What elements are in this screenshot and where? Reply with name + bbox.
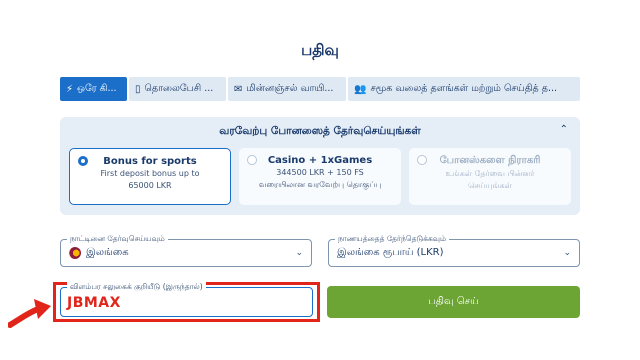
bonus-option-line2: 65000 LKR [128, 181, 172, 190]
promo-code-label: விளம்பர சலுகைக் குறியீடு (இருந்தால்) [67, 282, 206, 292]
chevron-up-icon[interactable]: ⌃ [560, 124, 568, 135]
tab-label: சமூக வலைத் தளங்கள் மற்றும் செய்தித் த... [370, 83, 558, 94]
bonus-option-line2: வரையிலான வரவேற்பு தொகுப்பு [258, 180, 382, 189]
lightning-icon: ⚡ [66, 83, 74, 95]
currency-label: நாணயத்தைத் தேர்ந்தெடுக்கவும் [335, 234, 450, 244]
tab-label: தொலைபேசி ... [144, 83, 214, 94]
country-label: நாட்டினை தேர்வுசெய்யவும் [67, 234, 168, 244]
bonus-option-line1: உங்கள் தேர்வை பின்னர் [445, 169, 535, 178]
country-value: இலங்கை [86, 247, 129, 258]
tab-one-click[interactable]: ⚡ ஒரே கி... [60, 77, 127, 101]
promo-code-value: JBMAX [67, 295, 121, 311]
bonus-option-line1: 344500 LKR + 150 FS [276, 168, 364, 177]
bonus-selector: வரவேற்பு போனஸைத் தேர்வுசெய்யுங்கள் ⌃ Bon… [60, 117, 580, 215]
registration-page: பதிவு ⚡ ஒரே கி... ▯ தொலைபேசி ... ✉ மின்ன… [0, 0, 640, 360]
currency-value: இலங்கை ரூபாய் (LKR) [337, 247, 444, 258]
register-button[interactable]: பதிவு செய் [327, 286, 580, 318]
promo-code-input[interactable]: விளம்பர சலுகைக் குறியீடு (இருந்தால்) JBM… [60, 282, 313, 317]
bonus-option-decline[interactable]: போனஸ்களை நிராகரி உங்கள் தேர்வை பின்னர் ச… [409, 148, 571, 205]
radio-button[interactable] [78, 156, 88, 166]
registration-tabs: ⚡ ஒரே கி... ▯ தொலைபேசி ... ✉ மின்னஞ்சல் … [60, 77, 580, 101]
bonus-option-line2: செய்யுங்கள் [468, 181, 512, 190]
country-select[interactable]: நாட்டினை தேர்வுசெய்யவும் இலங்கை ⌄ [60, 234, 312, 267]
phone-icon: ▯ [135, 83, 141, 95]
tab-label: ஒரே கி... [77, 83, 117, 94]
page-title: பதிவு [301, 41, 339, 59]
radio-button[interactable] [247, 155, 257, 165]
bonus-option-casino[interactable]: Casino + 1xGames 344500 LKR + 150 FS வரை… [239, 148, 401, 205]
tab-social[interactable]: 👥 சமூக வலைத் தளங்கள் மற்றும் செய்தித் த.… [348, 77, 580, 101]
chevron-down-icon: ⌄ [295, 248, 303, 258]
tab-phone[interactable]: ▯ தொலைபேசி ... [129, 77, 226, 101]
currency-select[interactable]: நாணயத்தைத் தேர்ந்தெடுக்கவும் இலங்கை ரூபா… [328, 234, 580, 267]
bonus-option-line1: First deposit bonus up to [100, 169, 200, 178]
people-icon: 👥 [354, 83, 367, 95]
bonus-option-sports[interactable]: Bonus for sports First deposit bonus up … [69, 148, 231, 205]
chevron-down-icon: ⌄ [563, 248, 571, 258]
tab-email[interactable]: ✉ மின்னஞ்சல் வாயி... [228, 77, 346, 101]
sri-lanka-flag-icon [69, 247, 81, 259]
tab-label: மின்னஞ்சல் வாயி... [246, 83, 334, 94]
bonus-option-title: Casino + 1xGames [267, 155, 373, 166]
envelope-icon: ✉ [234, 83, 243, 95]
radio-button[interactable] [417, 155, 427, 165]
red-arrow-icon [8, 299, 51, 328]
bonus-heading: வரவேற்பு போனஸைத் தேர்வுசெய்யுங்கள் [219, 125, 421, 137]
bonus-option-title: Bonus for sports [103, 156, 197, 167]
bonus-option-title: போனஸ்களை நிராகரி [439, 155, 541, 166]
